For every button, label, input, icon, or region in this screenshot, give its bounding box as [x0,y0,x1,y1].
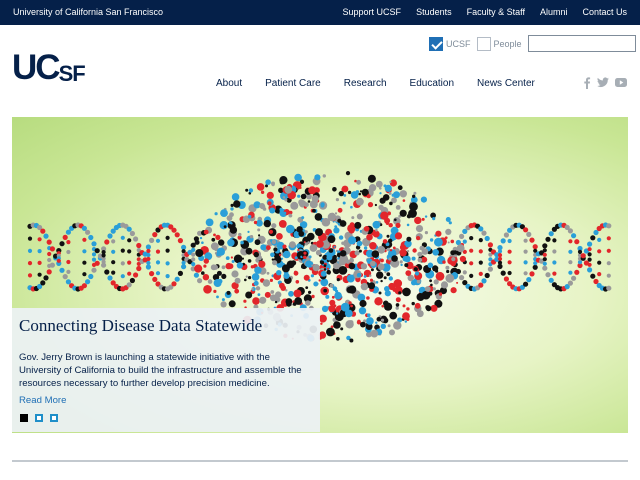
ucsf-scope-checkbox[interactable] [429,36,443,51]
facebook-icon[interactable] [583,77,591,89]
nav-about[interactable]: About [216,78,242,89]
logo-uc: UC [12,48,61,87]
nav-patient-care[interactable]: Patient Care [265,78,321,89]
youtube-icon[interactable] [615,77,627,88]
nav-education[interactable]: Education [410,78,454,89]
utility-bar: University of California San Francisco S… [0,0,640,25]
search-area: UCSF People [429,35,636,52]
twitter-icon[interactable] [597,77,609,88]
section-divider [12,460,628,462]
slide-dot-2[interactable] [35,414,43,422]
nav-news-center[interactable]: News Center [477,78,535,89]
people-scope-checkbox[interactable] [476,36,491,51]
alumni-link[interactable]: Alumni [540,7,568,17]
slide-dot-3[interactable] [50,414,58,422]
utility-links: Support UCSF Students Faculty & Staff Al… [343,7,627,17]
faculty-staff-link[interactable]: Faculty & Staff [467,7,525,17]
hero-caption: Connecting Disease Data Statewide Gov. J… [12,308,320,432]
hero-body: Gov. Jerry Brown is launching a statewid… [19,352,302,389]
logo-sf: SF [58,61,86,86]
support-ucsf-link[interactable]: Support UCSF [343,7,402,17]
slide-dot-1[interactable] [20,414,28,422]
ucsf-scope-label: UCSF [446,38,471,49]
social-links [583,77,627,89]
contact-us-link[interactable]: Contact Us [582,7,627,17]
slide-indicators [20,414,58,422]
university-link[interactable]: University of California San Francisco [13,7,163,17]
read-more-link[interactable]: Read More [19,395,66,406]
people-scope-label: People [493,38,522,49]
nav-research[interactable]: Research [344,78,387,89]
students-link[interactable]: Students [416,7,452,17]
ucsf-logo[interactable]: UCSF [12,48,86,87]
main-nav: About Patient Care Research Education Ne… [216,78,535,89]
search-input[interactable] [527,35,636,52]
hero-title[interactable]: Connecting Disease Data Statewide [19,316,262,336]
